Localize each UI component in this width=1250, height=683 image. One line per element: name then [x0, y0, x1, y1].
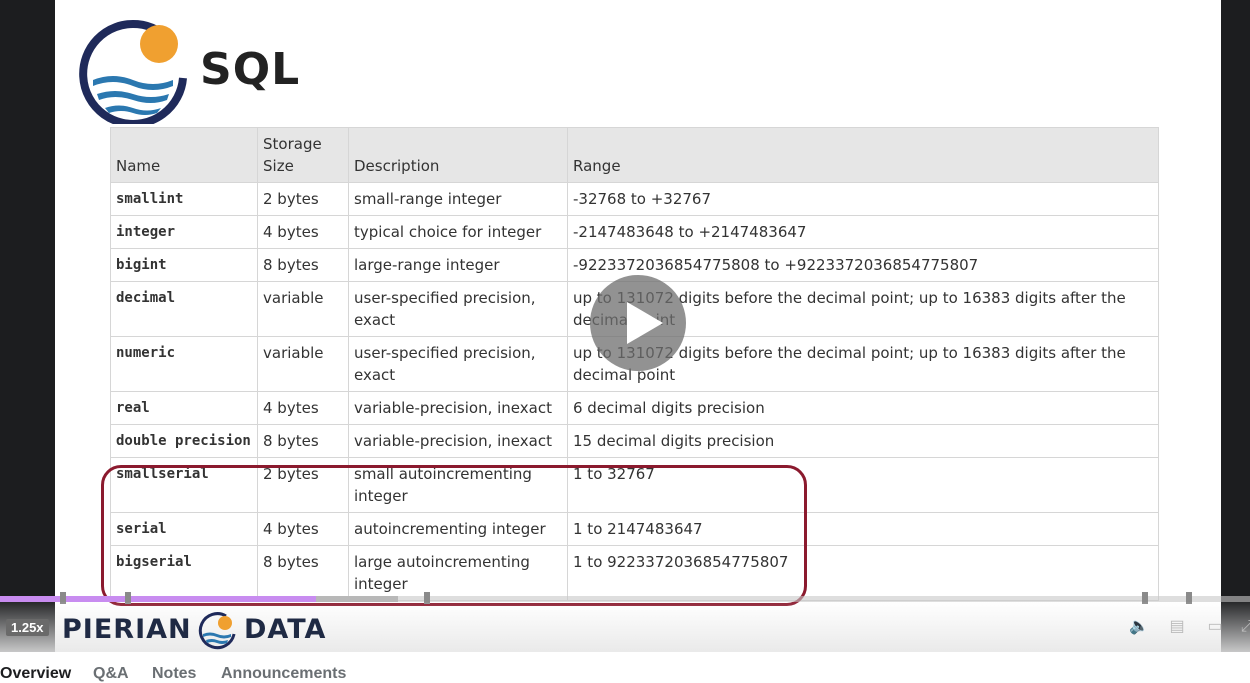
course-tabs: Overview Q&A Notes Announcements [0, 652, 1250, 682]
type-name-cell: decimal [110, 281, 258, 337]
serial-types-highlight [101, 465, 807, 606]
type-name-cell: smallint [110, 182, 258, 216]
storage-size-cell: 4 bytes [257, 215, 349, 249]
volume-icon[interactable]: 🔈 [1128, 616, 1150, 638]
tab-overview[interactable]: Overview [0, 665, 71, 683]
range-cell: 15 decimal digits precision [567, 424, 1159, 458]
pierian-word: PIERIAN [62, 614, 192, 645]
player-controls: 1.25x PIERIAN DATA 🔈 ▤ ▭ ⤢ [0, 602, 1250, 652]
description-cell: typical choice for integer [348, 215, 568, 249]
range-cell: -2147483648 to +2147483647 [567, 215, 1159, 249]
table-row: integer 4 bytes typical choice for integer… [110, 215, 1159, 249]
table-row: smallint 2 bytes small-range integer -32768… [110, 182, 1159, 216]
storage-size-cell: variable [257, 281, 349, 337]
header-description: Description [348, 127, 568, 183]
header-storage-size: Storage Size [257, 127, 349, 183]
description-cell: variable-precision, inexact [348, 424, 568, 458]
type-name-cell: double precision [110, 424, 258, 458]
header-range: Range [567, 127, 1159, 183]
playback-speed-button[interactable]: 1.25x [6, 619, 49, 636]
data-word: DATA [244, 614, 327, 645]
sql-logo-icon [79, 19, 187, 124]
description-cell: user-specified precision, exact [348, 336, 568, 392]
tab-qa[interactable]: Q&A [93, 665, 129, 683]
captions-icon[interactable]: ▭ [1204, 616, 1226, 638]
type-name-cell: real [110, 391, 258, 425]
tab-announcements[interactable]: Announcements [221, 665, 346, 683]
header-name: Name [110, 127, 258, 183]
storage-size-cell: variable [257, 336, 349, 392]
storage-size-cell: 8 bytes [257, 248, 349, 282]
description-cell: user-specified precision, exact [348, 281, 568, 337]
type-name-cell: integer [110, 215, 258, 249]
storage-size-cell: 2 bytes [257, 182, 349, 216]
range-cell: -9223372036854775808 to +922337203685477… [567, 248, 1159, 282]
storage-size-cell: 4 bytes [257, 391, 349, 425]
range-cell: -32768 to +32767 [567, 182, 1159, 216]
video-player[interactable]: SQL Name Storage Size Description Range … [0, 0, 1250, 652]
fullscreen-icon[interactable]: ⤢ [1236, 616, 1250, 638]
description-cell: large-range integer [348, 248, 568, 282]
transcript-icon[interactable]: ▤ [1166, 616, 1188, 638]
tab-notes[interactable]: Notes [152, 665, 196, 683]
play-button[interactable] [590, 275, 686, 371]
description-cell: small-range integer [348, 182, 568, 216]
table-header-row: Name Storage Size Description Range [110, 127, 1159, 183]
storage-size-cell: 8 bytes [257, 424, 349, 458]
type-name-cell: numeric [110, 336, 258, 392]
sql-logo-text: SQL [200, 44, 301, 95]
type-name-cell: bigint [110, 248, 258, 282]
table-row: real 4 bytes variable-precision, inexact 6 … [110, 391, 1159, 425]
table-row: double precision 8 bytes variable-precisio… [110, 424, 1159, 458]
description-cell: variable-precision, inexact [348, 391, 568, 425]
range-cell: 6 decimal digits precision [567, 391, 1159, 425]
pierian-logo-icon [198, 612, 236, 650]
